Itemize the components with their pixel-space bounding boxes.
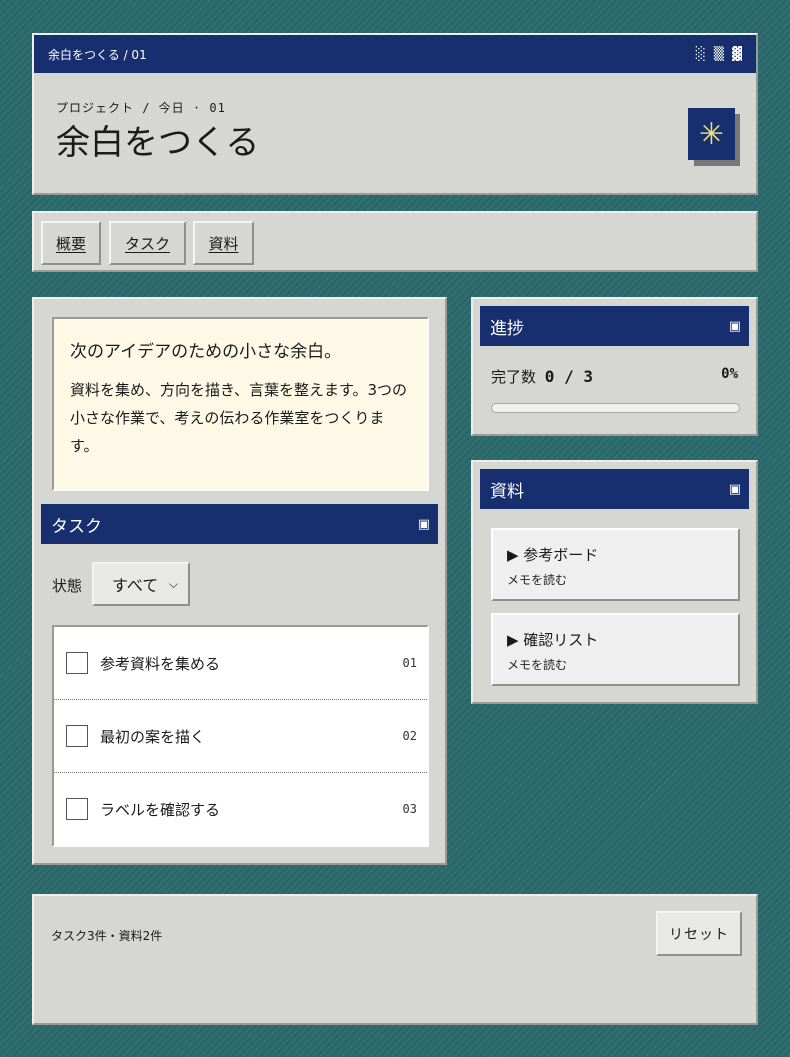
completed-count-value: 0 / 3 bbox=[544, 367, 593, 386]
square-icon: ▣ bbox=[417, 516, 430, 532]
task-number: 02 bbox=[402, 729, 417, 743]
task-row: 最初の案を描く 02 bbox=[54, 700, 427, 773]
tab-overview[interactable]: 概要 bbox=[41, 221, 101, 265]
progress-bar bbox=[491, 403, 740, 413]
task-label: 参考資料を集める bbox=[100, 654, 221, 673]
breadcrumb: 余白をつくる / 01 bbox=[48, 47, 147, 62]
square-icon: ▣ bbox=[728, 481, 741, 497]
completed-count-label: 完了数 bbox=[491, 368, 537, 386]
reset-button[interactable]: リセット bbox=[656, 911, 742, 956]
resource-title: ▶ 参考ボード bbox=[507, 546, 599, 564]
progress-panel: 進捗 ▣ 完了数 0 / 3 0% bbox=[471, 297, 758, 436]
main-panel: 次のアイデアのための小さな余白。 資料を集め、方向を描き、言葉を整えます。3つの… bbox=[32, 297, 447, 865]
task-number: 03 bbox=[402, 802, 417, 816]
task-checkbox[interactable] bbox=[66, 652, 88, 674]
footer-panel: タスク3件・資料2件 リセット bbox=[32, 894, 758, 1025]
intro-card: 次のアイデアのための小さな余白。 資料を集め、方向を描き、言葉を整えます。3つの… bbox=[52, 317, 429, 491]
progress-percent: 0% bbox=[721, 366, 738, 382]
project-header: 余白をつくる / 01 ░ ▒ ▓ プロジェクト / 今日 · 01 余白をつく… bbox=[32, 33, 758, 195]
resource-card-reference-board[interactable]: ▶ 参考ボード メモを読む bbox=[491, 528, 740, 601]
intro-body: 資料を集め、方向を描き、言葉を整えます。3つの小さな作業で、考えの伝わる作業室を… bbox=[70, 381, 407, 455]
chevron-down-icon: ⌵ bbox=[168, 576, 178, 591]
resource-title: ▶ 確認リスト bbox=[507, 631, 599, 649]
task-row: 参考資料を集める 01 bbox=[54, 627, 427, 700]
project-eyebrow: プロジェクト / 今日 · 01 bbox=[56, 101, 226, 115]
resources-section-header: 資料 ▣ bbox=[480, 469, 749, 509]
tab-resources[interactable]: 資料 bbox=[193, 221, 254, 265]
resource-subtitle: メモを読む bbox=[507, 658, 568, 672]
tab-bar: 概要 タスク 資料 bbox=[32, 211, 758, 272]
title-bar: 余白をつくる / 01 ░ ▒ ▓ bbox=[34, 35, 756, 73]
progress-title: 進捗 bbox=[490, 318, 524, 339]
task-checkbox[interactable] bbox=[66, 798, 88, 820]
tasks-title: タスク bbox=[51, 516, 102, 537]
resources-panel: 資料 ▣ ▶ 参考ボード メモを読む ▶ 確認リスト メモを読む bbox=[471, 460, 758, 704]
task-label: 最初の案を描く bbox=[100, 727, 206, 746]
resources-title: 資料 bbox=[490, 481, 524, 502]
tab-tasks[interactable]: タスク bbox=[109, 221, 186, 265]
resource-card-checklist[interactable]: ▶ 確認リスト メモを読む bbox=[491, 613, 740, 686]
task-label: ラベルを確認する bbox=[100, 800, 221, 819]
task-number: 01 bbox=[402, 656, 417, 670]
summary-text: タスク3件・資料2件 bbox=[51, 929, 163, 943]
status-filter-value: すべて bbox=[112, 576, 159, 595]
status-filter-label: 状態 bbox=[52, 577, 83, 595]
completed-count: 完了数 0 / 3 bbox=[491, 366, 593, 387]
pattern-icon: ░ ▒ ▓ bbox=[695, 46, 744, 62]
resource-subtitle: メモを読む bbox=[507, 573, 568, 587]
page-title: 余白をつくる bbox=[56, 123, 260, 163]
asterisk-logo-icon: ✳ bbox=[688, 108, 735, 160]
intro-heading: 次のアイデアのための小さな余白。 bbox=[70, 342, 342, 362]
task-checkbox[interactable] bbox=[66, 725, 88, 747]
task-row: ラベルを確認する 03 bbox=[54, 773, 427, 845]
progress-section-header: 進捗 ▣ bbox=[480, 306, 749, 346]
square-icon: ▣ bbox=[728, 318, 741, 334]
status-filter-select[interactable]: すべて ⌵ bbox=[92, 562, 190, 606]
tasks-section-header: タスク ▣ bbox=[41, 504, 438, 544]
task-list: 参考資料を集める 01 最初の案を描く 02 ラベルを確認する 03 bbox=[52, 625, 429, 847]
